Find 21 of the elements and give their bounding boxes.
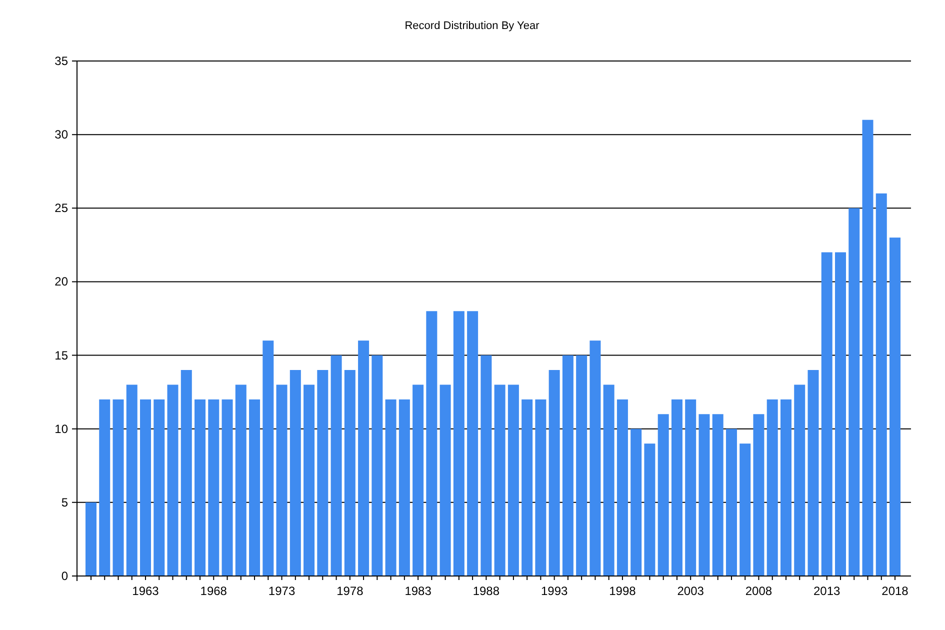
- x-tick-label: 1978: [336, 584, 364, 598]
- x-tick-label: 1968: [200, 584, 227, 598]
- y-tick-label: 0: [61, 569, 68, 583]
- x-tick-label: 1998: [609, 584, 636, 598]
- x-tick-label: 2003: [677, 584, 704, 598]
- y-tick-label: 30: [54, 128, 68, 142]
- x-tick-label: 2008: [745, 584, 772, 598]
- x-tick-label: 1988: [472, 584, 500, 598]
- chart-title: Record Distribution By Year: [404, 20, 540, 32]
- x-tick-label: 1993: [540, 584, 568, 598]
- y-tick-label: 15: [54, 348, 68, 362]
- y-tick-label: 10: [54, 422, 68, 436]
- x-tick-label: 1973: [268, 584, 296, 598]
- x-tick-label: 2018: [882, 584, 908, 598]
- y-tick-label: 5: [61, 495, 68, 510]
- y-tick-label: 35: [54, 54, 68, 68]
- y-tick-label: 25: [54, 201, 68, 216]
- x-tick-label: 1963: [132, 584, 159, 598]
- x-tick-label: 1983: [404, 584, 432, 598]
- x-tick-label: 2013: [814, 584, 840, 598]
- y-tick-label: 20: [54, 274, 68, 289]
